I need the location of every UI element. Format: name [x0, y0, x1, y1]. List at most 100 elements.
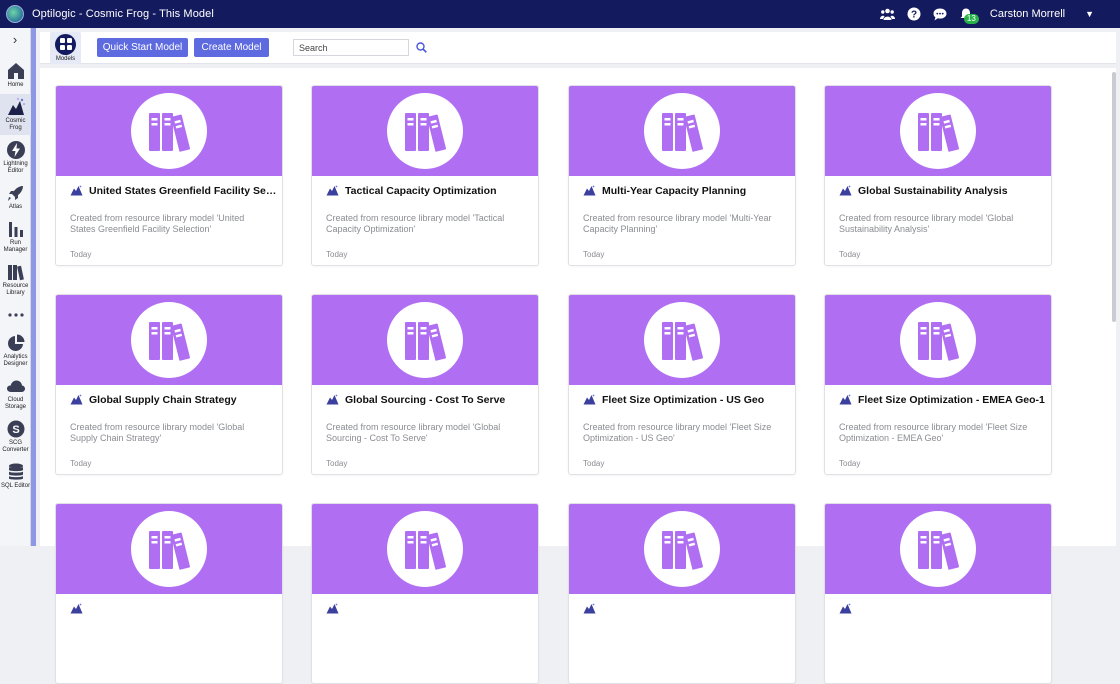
books-icon: [6, 262, 26, 282]
sidebar-item-sql-editor[interactable]: SQL Editor: [0, 459, 31, 493]
model-date: Today: [839, 459, 861, 468]
model-description: Created from resource library model 'Glo…: [326, 422, 501, 443]
model-card[interactable]: [311, 503, 539, 684]
model-name[interactable]: Global Sustainability Analysis: [858, 185, 1048, 197]
expand-sidebar-chevron-icon[interactable]: ›: [0, 28, 30, 50]
model-card-title-row: [825, 594, 1051, 618]
optilogic-logo-icon[interactable]: [6, 5, 24, 23]
model-card-banner: [56, 86, 282, 176]
sidebar-item-run-manager[interactable]: Run Manager: [0, 216, 31, 257]
svg-text:S: S: [12, 424, 19, 436]
model-card[interactable]: Global Supply Chain Strategy Created from…: [55, 294, 283, 475]
models-tab[interactable]: Models: [50, 31, 81, 64]
books-icon: [900, 302, 976, 378]
model-name[interactable]: Global Sourcing - Cost To Serve: [345, 394, 535, 406]
chat-icon[interactable]: [932, 6, 948, 22]
model-card[interactable]: Global Sustainability Analysis Created fr…: [824, 85, 1052, 266]
cosmic-frog-icon: [583, 185, 596, 196]
sidebar-item-label: Analytics Designer: [3, 354, 28, 367]
cosmic-frog-icon: [70, 185, 83, 196]
books-icon: [131, 302, 207, 378]
model-card[interactable]: Fleet Size Optimization - US Geo Created …: [568, 294, 796, 475]
cosmic-frog-icon: [839, 394, 852, 405]
sidebar-item-label: SCG Converter: [2, 440, 29, 453]
cosmic-frog-icon: [6, 97, 26, 117]
model-description: [825, 618, 1051, 656]
model-card[interactable]: Tactical Capacity Optimization Created fr…: [311, 85, 539, 266]
sidebar-item-label: Atlas: [8, 204, 23, 210]
team-icon[interactable]: [880, 6, 896, 22]
sidebar-item-scg-converter[interactable]: S SCG Converter: [0, 416, 31, 457]
model-card-title-row: Global Sourcing - Cost To Serve: [312, 385, 538, 409]
model-card-banner: [312, 504, 538, 594]
cosmic-frog-icon: [326, 394, 339, 405]
model-description: Created from resource library model 'Glo…: [70, 422, 245, 443]
model-date: Today: [326, 459, 348, 468]
model-grid: United States Greenfield Facility Select…: [40, 68, 1116, 684]
model-description: [569, 618, 795, 656]
model-name[interactable]: Multi-Year Capacity Planning: [602, 185, 792, 197]
content-scrollbar[interactable]: [1112, 72, 1116, 322]
model-description: [56, 618, 282, 656]
sidebar-item-label: SQL Editor: [0, 483, 31, 489]
cosmic-frog-icon: [583, 603, 596, 614]
sidebar-scrollbar[interactable]: [31, 28, 36, 546]
model-card[interactable]: Fleet Size Optimization - EMEA Geo-1 Crea…: [824, 294, 1052, 475]
user-name[interactable]: Carston Morrell: [990, 8, 1065, 20]
sidebar-item-resource-library[interactable]: Resource Library: [0, 259, 31, 300]
sidebar-item-more[interactable]: [0, 302, 31, 328]
model-card-banner: [825, 295, 1051, 385]
books-icon: [644, 302, 720, 378]
model-description: [312, 618, 538, 656]
model-name[interactable]: Fleet Size Optimization - US Geo: [602, 394, 792, 406]
model-card-title-row: [56, 594, 282, 618]
model-date: Today: [70, 459, 92, 468]
notification-bell-icon[interactable]: 13: [958, 6, 979, 24]
cosmic-frog-icon: [70, 603, 83, 614]
user-menu-chevron-down-icon[interactable]: ▼: [1085, 9, 1094, 19]
books-icon: [387, 511, 463, 587]
model-card-title-row: Fleet Size Optimization - EMEA Geo-1: [825, 385, 1051, 409]
model-name[interactable]: Tactical Capacity Optimization: [345, 185, 535, 197]
sidebar-item-label: Cloud Storage: [4, 397, 26, 410]
model-card[interactable]: Global Sourcing - Cost To Serve Created f…: [311, 294, 539, 475]
model-card[interactable]: [55, 503, 283, 684]
sidebar-item-cloud-storage[interactable]: Cloud Storage: [0, 373, 31, 414]
model-card-title-row: Multi-Year Capacity Planning: [569, 176, 795, 200]
model-description: Created from resource library model 'Mul…: [583, 213, 772, 234]
model-card[interactable]: [568, 503, 796, 684]
search-icon[interactable]: [416, 42, 427, 53]
rocket-icon: [6, 183, 26, 203]
model-card-title-row: [569, 594, 795, 618]
model-name[interactable]: Fleet Size Optimization - EMEA Geo-1: [858, 394, 1048, 406]
sidebar-item-home[interactable]: Home: [0, 58, 31, 92]
sidebar-item-lightning-editor[interactable]: Lightning Editor: [0, 137, 31, 178]
help-icon[interactable]: ?: [906, 6, 922, 22]
sidebar-items: Home Cosmic Frog Lightning Editor Atlas Run …: [0, 58, 31, 493]
model-date: [569, 656, 795, 668]
model-card[interactable]: Multi-Year Capacity Planning Created from…: [568, 85, 796, 266]
model-name[interactable]: Global Supply Chain Strategy: [89, 394, 279, 406]
model-card[interactable]: [824, 503, 1052, 684]
sidebar-item-label: Cosmic Frog: [5, 118, 26, 131]
books-icon: [900, 511, 976, 587]
sidebar-item-label: Run Manager: [3, 240, 28, 253]
model-card-banner: [312, 295, 538, 385]
model-description: Created from resource library model 'Fle…: [583, 422, 772, 443]
converter-icon: S: [6, 419, 26, 439]
model-card[interactable]: United States Greenfield Facility Select…: [55, 85, 283, 266]
model-name[interactable]: United States Greenfield Facility Select…: [89, 185, 279, 197]
bar-chart-icon: [6, 219, 26, 239]
model-date: Today: [583, 250, 605, 259]
model-description: Created from resource library model 'Uni…: [70, 213, 245, 234]
svg-text:?: ?: [911, 10, 917, 21]
sidebar-item-cosmic-frog[interactable]: Cosmic Frog: [0, 94, 31, 135]
sidebar-item-label: Resource Library: [2, 283, 29, 296]
search-input[interactable]: [293, 39, 409, 56]
quick-start-model-button[interactable]: Quick Start Model: [97, 38, 188, 57]
model-description: Created from resource library model 'Glo…: [839, 213, 1014, 234]
sidebar-item-analytics-designer[interactable]: Analytics Designer: [0, 330, 31, 371]
create-model-button[interactable]: Create Model: [194, 38, 269, 57]
sidebar-item-atlas[interactable]: Atlas: [0, 180, 31, 214]
models-toolbar: Models Quick Start Model Create Model: [40, 31, 1116, 64]
